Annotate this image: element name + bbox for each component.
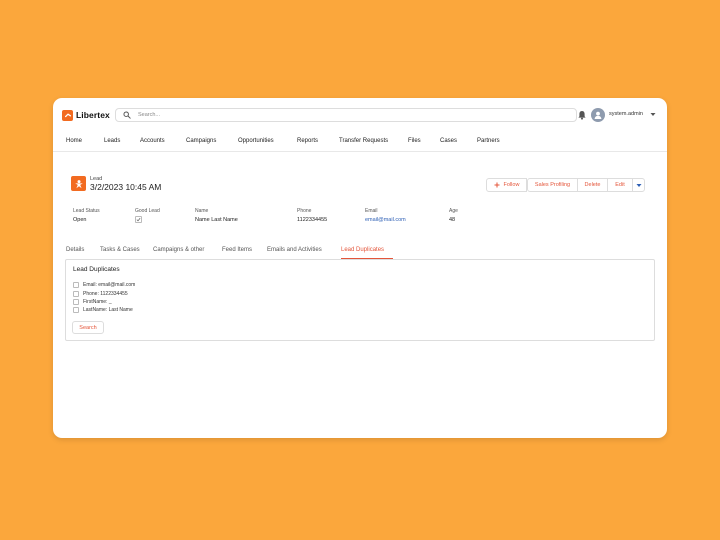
field-name: Name Name Last Name	[195, 208, 238, 223]
nav-item-leads[interactable]: Leads	[104, 138, 120, 144]
criteria-checkbox[interactable]	[73, 281, 79, 288]
panel-title: Lead Duplicates	[73, 266, 120, 273]
app-window: Libertex system.admin Home Leads A	[53, 98, 667, 438]
nav-item-cases[interactable]: Cases	[440, 138, 457, 144]
record-title: 3/2/2023 10:45 AM	[90, 182, 162, 192]
lead-duplicates-panel: Lead Duplicates Email: email@mail.com Ph…	[65, 259, 655, 341]
more-actions-button[interactable]	[632, 178, 645, 192]
name-value: Name Last Name	[195, 217, 238, 223]
criteria-firstname[interactable]: FirstName: _	[73, 298, 112, 305]
search-input[interactable]	[138, 110, 338, 120]
record-actions: Follow Sales Profiling Delete Edit	[486, 178, 645, 192]
checkmark-icon	[136, 217, 141, 222]
user-name[interactable]: system.admin	[609, 111, 643, 117]
sales-profiling-button[interactable]: Sales Profiling	[527, 178, 578, 192]
highlight-fields: Lead Status Open Good Lead Name Name Las…	[53, 208, 667, 228]
global-search[interactable]	[115, 108, 577, 122]
field-age: Age 48	[449, 208, 458, 223]
plus-icon	[494, 182, 500, 188]
good-lead-checkbox	[135, 216, 142, 223]
tab-tasks-cases[interactable]: Tasks & Cases	[100, 247, 140, 253]
field-phone: Phone 1122334455	[297, 208, 328, 223]
libertex-logo-icon	[62, 109, 73, 121]
nav-item-accounts[interactable]: Accounts	[140, 138, 165, 144]
nav-item-partners[interactable]: Partners	[477, 138, 500, 144]
criteria-phone[interactable]: Phone: 1122334455	[73, 290, 128, 297]
field-email: Email email@mail.com	[365, 208, 406, 223]
age-value: 48	[449, 217, 456, 223]
search-icon	[123, 111, 131, 119]
criteria-checkbox[interactable]	[73, 298, 79, 305]
edit-button[interactable]: Edit	[607, 178, 633, 192]
avatar[interactable]	[591, 108, 605, 122]
app-logo[interactable]: Libertex	[62, 109, 110, 121]
main-nav: Home Leads Accounts Campaigns Opportunit…	[53, 131, 667, 152]
criteria-checkbox[interactable]	[73, 290, 79, 297]
search-button[interactable]: Search	[72, 321, 104, 334]
user-icon	[594, 111, 602, 119]
nav-item-reports[interactable]: Reports	[297, 138, 318, 144]
tab-details[interactable]: Details	[66, 247, 84, 253]
tab-campaigns-other[interactable]: Campaigns & other	[153, 247, 204, 253]
tab-feed-items[interactable]: Feed Items	[222, 247, 252, 253]
field-good-lead: Good Lead	[135, 208, 160, 223]
nav-item-home[interactable]: Home	[66, 138, 82, 144]
tab-lead-duplicates[interactable]: Lead Duplicates	[341, 247, 384, 253]
nav-item-transfer-requests[interactable]: Transfer Requests	[339, 138, 388, 144]
nav-item-files[interactable]: Files	[408, 138, 421, 144]
follow-button[interactable]: Follow	[486, 178, 527, 192]
criteria-checkbox[interactable]	[73, 306, 79, 313]
chevron-down-icon[interactable]	[650, 112, 656, 117]
phone-value: 1122334455	[297, 217, 328, 223]
lead-icon	[71, 176, 86, 191]
tab-emails-activities[interactable]: Emails and Activities	[267, 247, 322, 253]
follow-button-label: Follow	[503, 182, 520, 188]
bell-icon[interactable]	[577, 110, 587, 120]
criteria-lastname[interactable]: LastName: Last Name	[73, 306, 133, 313]
nav-item-opportunities[interactable]: Opportunities	[238, 138, 274, 144]
criteria-email[interactable]: Email: email@mail.com	[73, 281, 135, 288]
chevron-down-icon	[636, 183, 641, 187]
email-link[interactable]: email@mail.com	[365, 217, 406, 223]
top-bar: Libertex system.admin	[53, 98, 667, 131]
app-name: Libertex	[76, 110, 110, 120]
lead-status-value: Open	[73, 217, 87, 223]
delete-button[interactable]: Delete	[577, 178, 608, 192]
field-lead-status: Lead Status Open	[73, 208, 100, 223]
nav-item-campaigns[interactable]: Campaigns	[186, 138, 216, 144]
